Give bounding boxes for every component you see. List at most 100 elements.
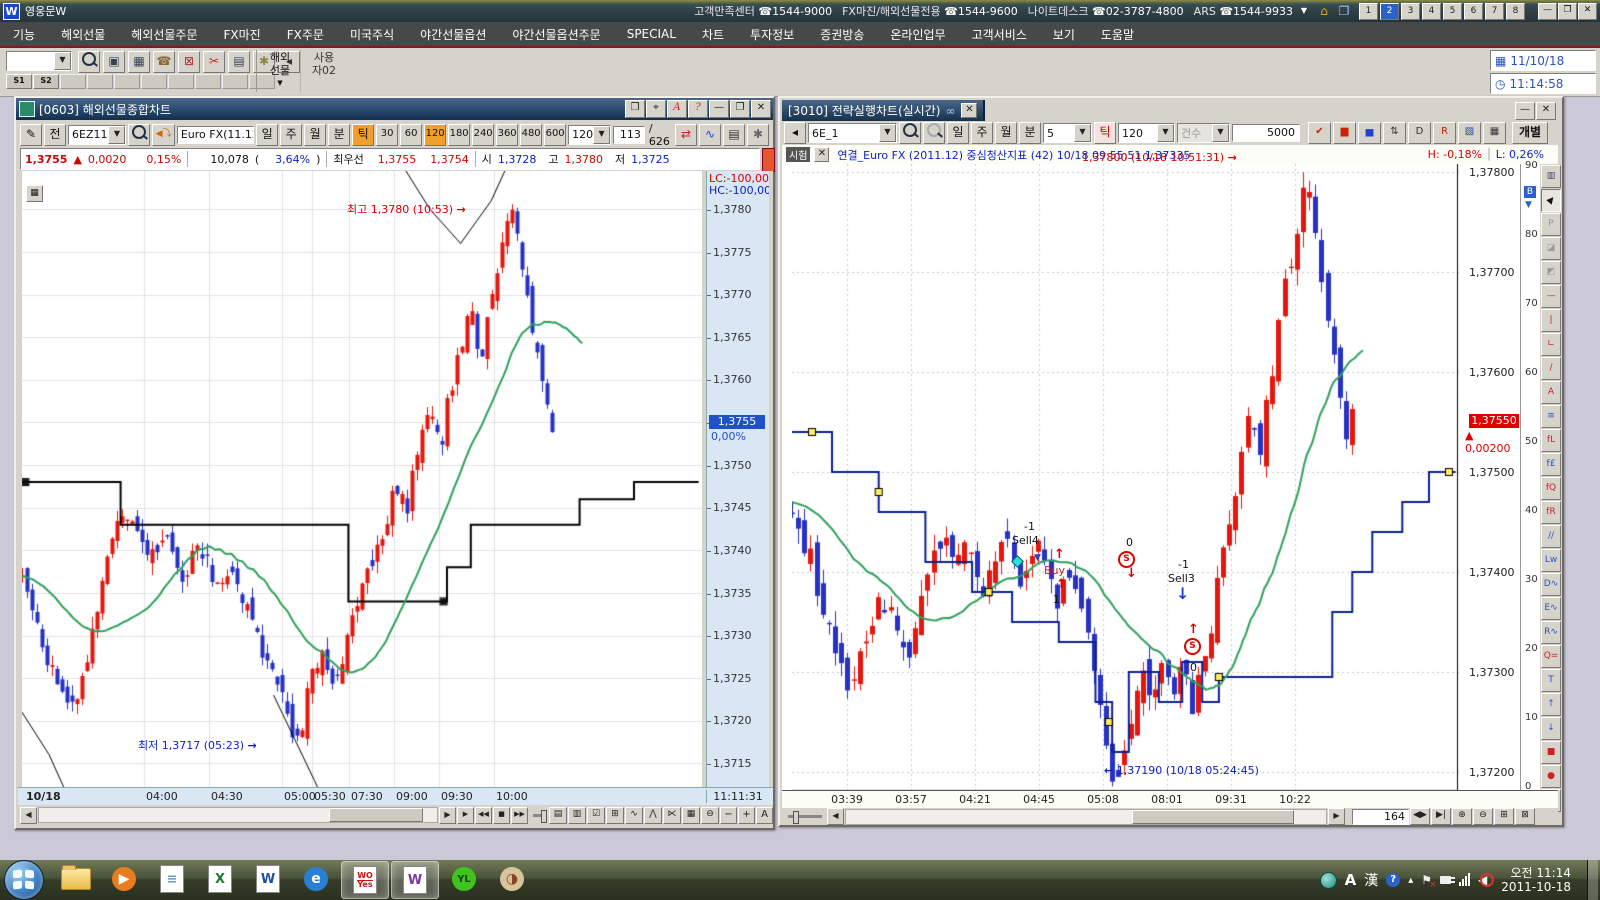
language-icon[interactable] (1320, 872, 1337, 889)
right-window-tab[interactable]: [3010] 전략실행차트(실시간) ∞ ✕ (782, 100, 985, 121)
chart-edit-icon[interactable]: ✎ (20, 124, 42, 146)
restore-icon[interactable]: ❐ (1558, 3, 1577, 20)
help-icon[interactable]: ? (1386, 873, 1400, 887)
strategy-icon-4[interactable]: D (1408, 122, 1431, 144)
user-tab[interactable]: 사용 자02 (306, 51, 342, 77)
volume-muted-icon[interactable]: ◀ (1478, 873, 1487, 887)
period-월[interactable]: 월 (304, 124, 326, 146)
interval-360[interactable]: 360 (496, 124, 518, 146)
minimize-icon[interactable]: — (709, 100, 729, 118)
new-window-icon[interactable]: ❐ (625, 100, 645, 118)
draw-tool-0[interactable]: ▥ (1541, 165, 1561, 188)
chart-tool-icon-0[interactable]: ⇄ (675, 124, 697, 146)
menu-증권방송[interactable]: 증권방송 (807, 26, 877, 43)
draw-tool-2[interactable]: P (1541, 213, 1561, 236)
nav-icon-0[interactable]: ◀▶ (1410, 808, 1430, 825)
auto-icon[interactable]: A (756, 807, 773, 824)
individual-button[interactable]: 개별 (1512, 122, 1548, 144)
strategy-icon-6[interactable]: ▧ (1458, 122, 1481, 144)
nav-icon-3[interactable]: ⊖ (1473, 808, 1493, 825)
tick-combo[interactable]: 120▼ (1118, 123, 1175, 143)
interval-60[interactable]: 60 (400, 124, 422, 146)
toolbar-icon-6[interactable]: ▤ (228, 51, 250, 73)
draw-tool-14[interactable]: fR (1541, 501, 1561, 524)
draw-tool-19[interactable]: R∿ (1541, 621, 1561, 644)
chart-bottom-icon-2[interactable]: ☑ (587, 807, 605, 824)
start-button[interactable] (4, 860, 44, 900)
draw-tool-5[interactable]: — (1541, 285, 1561, 308)
right-price-axis[interactable]: 1,378001,377001,376001,375001,374001,373… (1459, 164, 1520, 790)
zoom-slider[interactable] (533, 814, 544, 817)
draw-tool-15[interactable]: // (1541, 525, 1561, 548)
nav-icon-2[interactable]: ⊕ (1452, 808, 1472, 825)
announce-icon[interactable]: ◀⤵ (152, 124, 174, 146)
maximize-icon[interactable]: ❐ (730, 100, 750, 118)
slider-handle[interactable] (541, 810, 547, 823)
toolbar-icon-0[interactable] (78, 51, 100, 73)
chevron-down-icon[interactable]: ▼ (879, 124, 896, 142)
menu-FX마진[interactable]: FX마진 (211, 26, 274, 43)
search-icon[interactable] (128, 124, 150, 146)
interval-600[interactable]: 600 (544, 124, 566, 146)
menu-고객서비스[interactable]: 고객서비스 (959, 26, 1040, 43)
left-window-titlebar[interactable]: [0603] 해외선물종합차트 ❐⌖A?—❐✕ (16, 98, 773, 120)
chart-bottom-icon-3[interactable]: ⊞ (606, 807, 624, 824)
draw-tool-4[interactable]: ◩ (1541, 261, 1561, 284)
action-center-icon[interactable]: ⚑ (1421, 873, 1432, 887)
tab-close-icon[interactable]: ✕ (961, 103, 977, 118)
draw-tool-18[interactable]: E∿ (1541, 597, 1561, 620)
close-icon[interactable]: ✕ (1578, 3, 1597, 20)
nav-3[interactable]: ▶▶ (511, 807, 528, 824)
menu-투자정보[interactable]: 투자정보 (737, 26, 807, 43)
interval-combo[interactable]: 120▼ (568, 125, 611, 145)
draw-tool-10[interactable]: ≡ (1541, 405, 1561, 428)
chevron-down-icon[interactable]: ▼ (54, 52, 71, 70)
toolbar-icon-2[interactable]: ▦ (128, 51, 150, 73)
nav-2[interactable]: ■ (493, 807, 510, 824)
zoom-in-icon[interactable]: + (738, 807, 755, 824)
home-icon[interactable]: ⌂ (1315, 3, 1333, 19)
tick-button[interactable]: 틱 (1094, 122, 1116, 144)
minimize-icon[interactable]: — (1515, 102, 1535, 120)
left-chart-canvas[interactable] (22, 171, 702, 787)
symbol-combo[interactable]: 6EZ11▼ (68, 125, 126, 145)
draw-tool-22[interactable]: ↑ (1541, 693, 1561, 716)
all-button[interactable]: 전 (44, 124, 66, 146)
period-주[interactable]: 주 (971, 122, 993, 144)
group-tab-overseas[interactable]: 해외 선물▼ (262, 51, 298, 90)
taskbar-app-paint[interactable]: ◑ (489, 861, 535, 897)
menu-야간선물옵션주문[interactable]: 야간선물옵션주문 (499, 26, 613, 43)
nav-1[interactable]: ◀◀ (475, 807, 492, 824)
period-주[interactable]: 주 (280, 124, 302, 146)
chart-bottom-icon-8[interactable]: ⊖ (701, 807, 719, 824)
draw-tool-13[interactable]: fQ (1541, 477, 1561, 500)
chart-bottom-icon-5[interactable]: ⋀ (644, 807, 662, 824)
chart-bottom-icon-7[interactable]: ▦ (682, 807, 700, 824)
strategy-icon-2[interactable]: ▅ (1358, 122, 1381, 144)
draw-tool-17[interactable]: D∿ (1541, 573, 1561, 596)
screen-button-3[interactable]: 3 (1401, 3, 1420, 20)
right-chart-canvas[interactable] (792, 164, 1459, 794)
chart-bottom-icon-1[interactable]: ▥ (568, 807, 586, 824)
taskbar-app-wo-yes[interactable]: WOYes (341, 861, 389, 899)
ime-hanja-indicator[interactable]: 漢 (1364, 870, 1378, 890)
interval-480[interactable]: 480 (520, 124, 542, 146)
right-chart-area[interactable]: 1,37800 (10/18 10:51:31) → ← 1,37190 (10… (782, 164, 1558, 790)
menu-온라인업무[interactable]: 온라인업무 (877, 26, 958, 43)
badge-close-icon[interactable]: ✕ (814, 147, 829, 162)
right-time-axis[interactable]: 03:3903:5704:2104:4505:0808:0109:3110:22 (782, 790, 1558, 809)
draw-tool-9[interactable]: A (1541, 381, 1561, 404)
draw-tool-7[interactable]: ∟ (1541, 333, 1561, 356)
toolbar-icon-4[interactable]: ⊠ (178, 51, 200, 73)
scrollbar-thumb[interactable] (329, 808, 423, 822)
toolbar-icon-1[interactable]: ▣ (103, 51, 125, 73)
bar-position-field[interactable]: 113 (613, 126, 645, 144)
draw-tool-23[interactable]: ↓ (1541, 717, 1561, 740)
period-일[interactable]: 일 (947, 122, 969, 144)
taskbar-app-notepad[interactable]: ≡ (149, 861, 195, 897)
left-price-axis[interactable]: LC:-100,00 HC:-100,00 1,37801,37751,3770… (706, 171, 769, 787)
scroll-right-icon[interactable]: ▶ (439, 807, 456, 824)
draw-tool-12[interactable]: f£ (1541, 453, 1561, 476)
minute-combo[interactable]: 5▼ (1043, 123, 1092, 143)
symbol-combo[interactable]: 6E_1▼ (808, 123, 897, 143)
